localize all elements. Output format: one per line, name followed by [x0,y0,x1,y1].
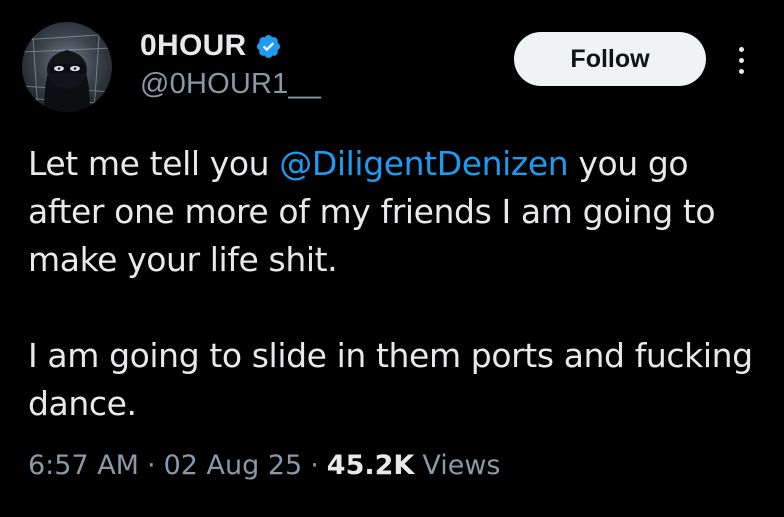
author-name-row[interactable]: 0HOUR [140,28,282,64]
tweet-date[interactable]: 02 Aug 25 [164,450,303,481]
tweet-time[interactable]: 6:57 AM [28,450,139,481]
verified-badge-icon [255,33,282,60]
more-options-icon[interactable] [726,40,756,80]
mention-link[interactable]: @DiligentDenizen [279,144,568,183]
tweet-paragraph-1: Let me tell you @DiligentDenizen you go … [28,140,768,284]
follow-button[interactable]: Follow [514,32,706,86]
display-name[interactable]: 0HOUR [140,29,247,63]
avatar-image [22,22,112,112]
avatar[interactable] [22,22,112,112]
tweet-text: Let me tell you @DiligentDenizen you go … [28,140,768,428]
meta-separator: · [310,450,319,481]
more-dot [738,46,744,52]
tweet-meta: 6:57 AM · 02 Aug 25 · 45.2K Views [28,450,500,481]
views-count[interactable]: 45.2K [327,450,415,481]
tweet-paragraph-2: I am going to slide in them ports and fu… [28,336,753,423]
tweet-text-lead: Let me tell you [28,144,280,183]
tweet-card: 0HOUR @0HOUR1__ Follow Let me tell you @… [0,0,784,517]
author-handle[interactable]: @0HOUR1__ [140,68,321,101]
more-dot [738,68,744,74]
meta-separator: · [146,450,156,481]
views-label: Views [422,450,501,481]
more-dot [738,57,744,63]
